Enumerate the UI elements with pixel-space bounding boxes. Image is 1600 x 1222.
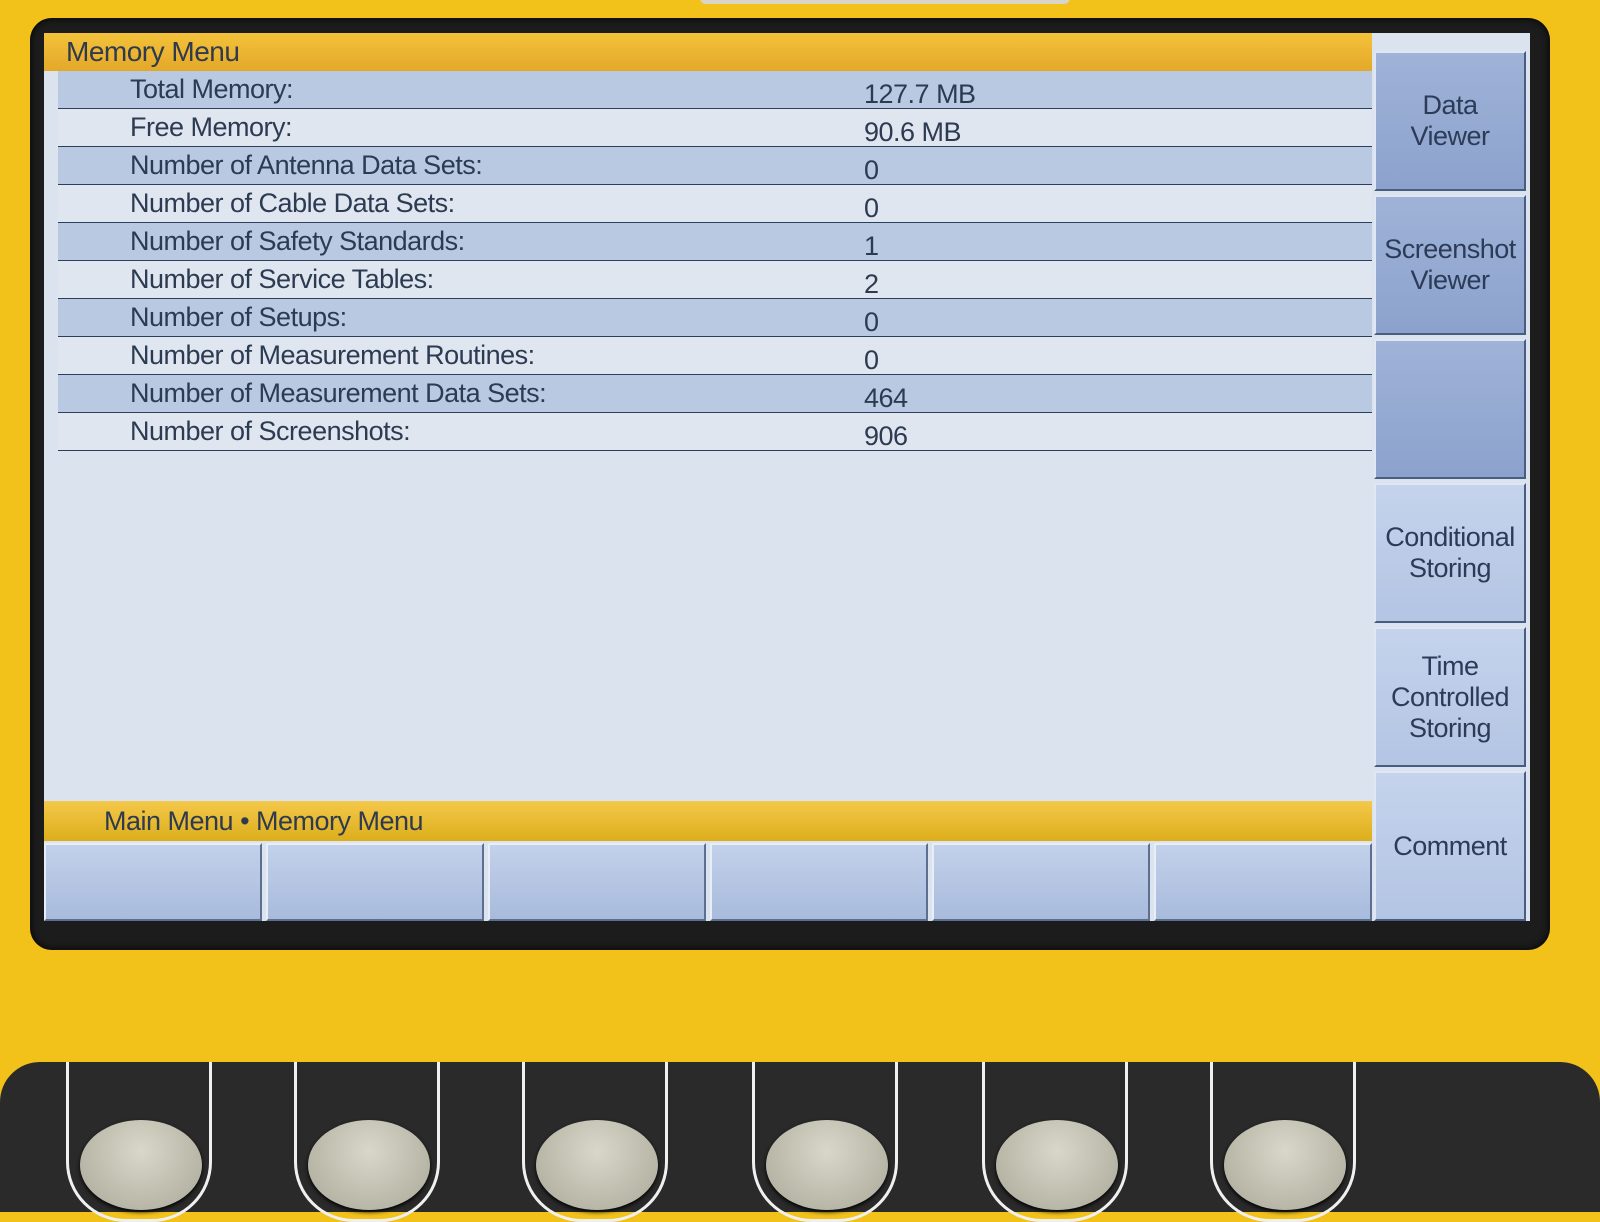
row-value: 464 — [864, 383, 908, 413]
table-row: Number of Service Tables: 2 — [58, 261, 1372, 299]
hardware-key-5[interactable] — [982, 1062, 1132, 1222]
row-label: Free Memory: — [130, 112, 293, 142]
table-row: Number of Setups: 0 — [58, 299, 1372, 337]
device-top-edge — [700, 0, 1070, 4]
row-label: Number of Screenshots: — [130, 416, 411, 446]
conditional-storing-button[interactable]: Conditional Storing — [1374, 483, 1526, 623]
memory-info-table: Total Memory: 127.7 MB Free Memory: 90.6… — [58, 71, 1372, 451]
table-row: Number of Screenshots: 906 — [58, 413, 1372, 451]
soft-key-3[interactable] — [488, 843, 706, 921]
key-button[interactable] — [996, 1120, 1118, 1210]
data-viewer-button[interactable]: Data Viewer — [1374, 51, 1526, 191]
table-row: Number of Antenna Data Sets: 0 — [58, 147, 1372, 185]
key-button[interactable] — [308, 1120, 430, 1210]
page-title: Memory Menu — [44, 33, 1372, 71]
row-value: 1 — [864, 231, 879, 261]
key-button[interactable] — [766, 1120, 888, 1210]
hardware-key-4[interactable] — [752, 1062, 902, 1222]
key-button[interactable] — [80, 1120, 202, 1210]
row-label: Number of Measurement Data Sets: — [130, 378, 547, 408]
table-row: Total Memory: 127.7 MB — [58, 71, 1372, 109]
row-value: 2 — [864, 269, 879, 299]
row-value: 127.7 MB — [864, 79, 976, 109]
row-label: Number of Setups: — [130, 302, 347, 332]
row-label: Number of Antenna Data Sets: — [130, 150, 483, 180]
row-label: Number of Measurement Routines: — [130, 340, 535, 370]
row-label: Number of Service Tables: — [130, 264, 434, 294]
hardware-key-6[interactable] — [1210, 1062, 1360, 1222]
hardware-key-1[interactable] — [66, 1062, 216, 1222]
hardware-key-3[interactable] — [522, 1062, 672, 1222]
row-label: Number of Safety Standards: — [130, 226, 465, 256]
key-button[interactable] — [1224, 1120, 1346, 1210]
row-value: 0 — [864, 345, 879, 375]
table-row: Number of Measurement Routines: 0 — [58, 337, 1372, 375]
table-row: Number of Measurement Data Sets: 464 — [58, 375, 1372, 413]
comment-button[interactable]: Comment — [1374, 771, 1526, 921]
soft-key-4[interactable] — [710, 843, 928, 921]
row-label: Number of Cable Data Sets: — [130, 188, 455, 218]
main-content: Memory Menu Total Memory: 127.7 MB Free … — [44, 33, 1372, 921]
device-screen: Memory Menu Total Memory: 127.7 MB Free … — [44, 33, 1530, 921]
row-value: 90.6 MB — [864, 117, 962, 147]
screenshot-viewer-button[interactable]: Screenshot Viewer — [1374, 195, 1526, 335]
soft-key-2[interactable] — [266, 843, 484, 921]
table-row: Number of Cable Data Sets: 0 — [58, 185, 1372, 223]
soft-key-5[interactable] — [932, 843, 1150, 921]
row-value: 0 — [864, 155, 879, 185]
time-controlled-storing-button[interactable]: Time Controlled Storing — [1374, 627, 1526, 767]
breadcrumb: Main Menu • Memory Menu — [44, 801, 1372, 841]
soft-key-1[interactable] — [44, 843, 262, 921]
side-button-panel: Data Viewer Screenshot Viewer Conditiona… — [1374, 51, 1526, 921]
blank-side-button[interactable] — [1374, 339, 1526, 479]
row-label: Total Memory: — [130, 74, 294, 104]
row-value: 906 — [864, 421, 908, 451]
hardware-key-2[interactable] — [294, 1062, 444, 1222]
table-row: Number of Safety Standards: 1 — [58, 223, 1372, 261]
table-row: Free Memory: 90.6 MB — [58, 109, 1372, 147]
row-value: 0 — [864, 307, 879, 337]
key-button[interactable] — [536, 1120, 658, 1210]
soft-key-6[interactable] — [1154, 843, 1372, 921]
row-value: 0 — [864, 193, 879, 223]
soft-key-bar — [44, 843, 1372, 921]
